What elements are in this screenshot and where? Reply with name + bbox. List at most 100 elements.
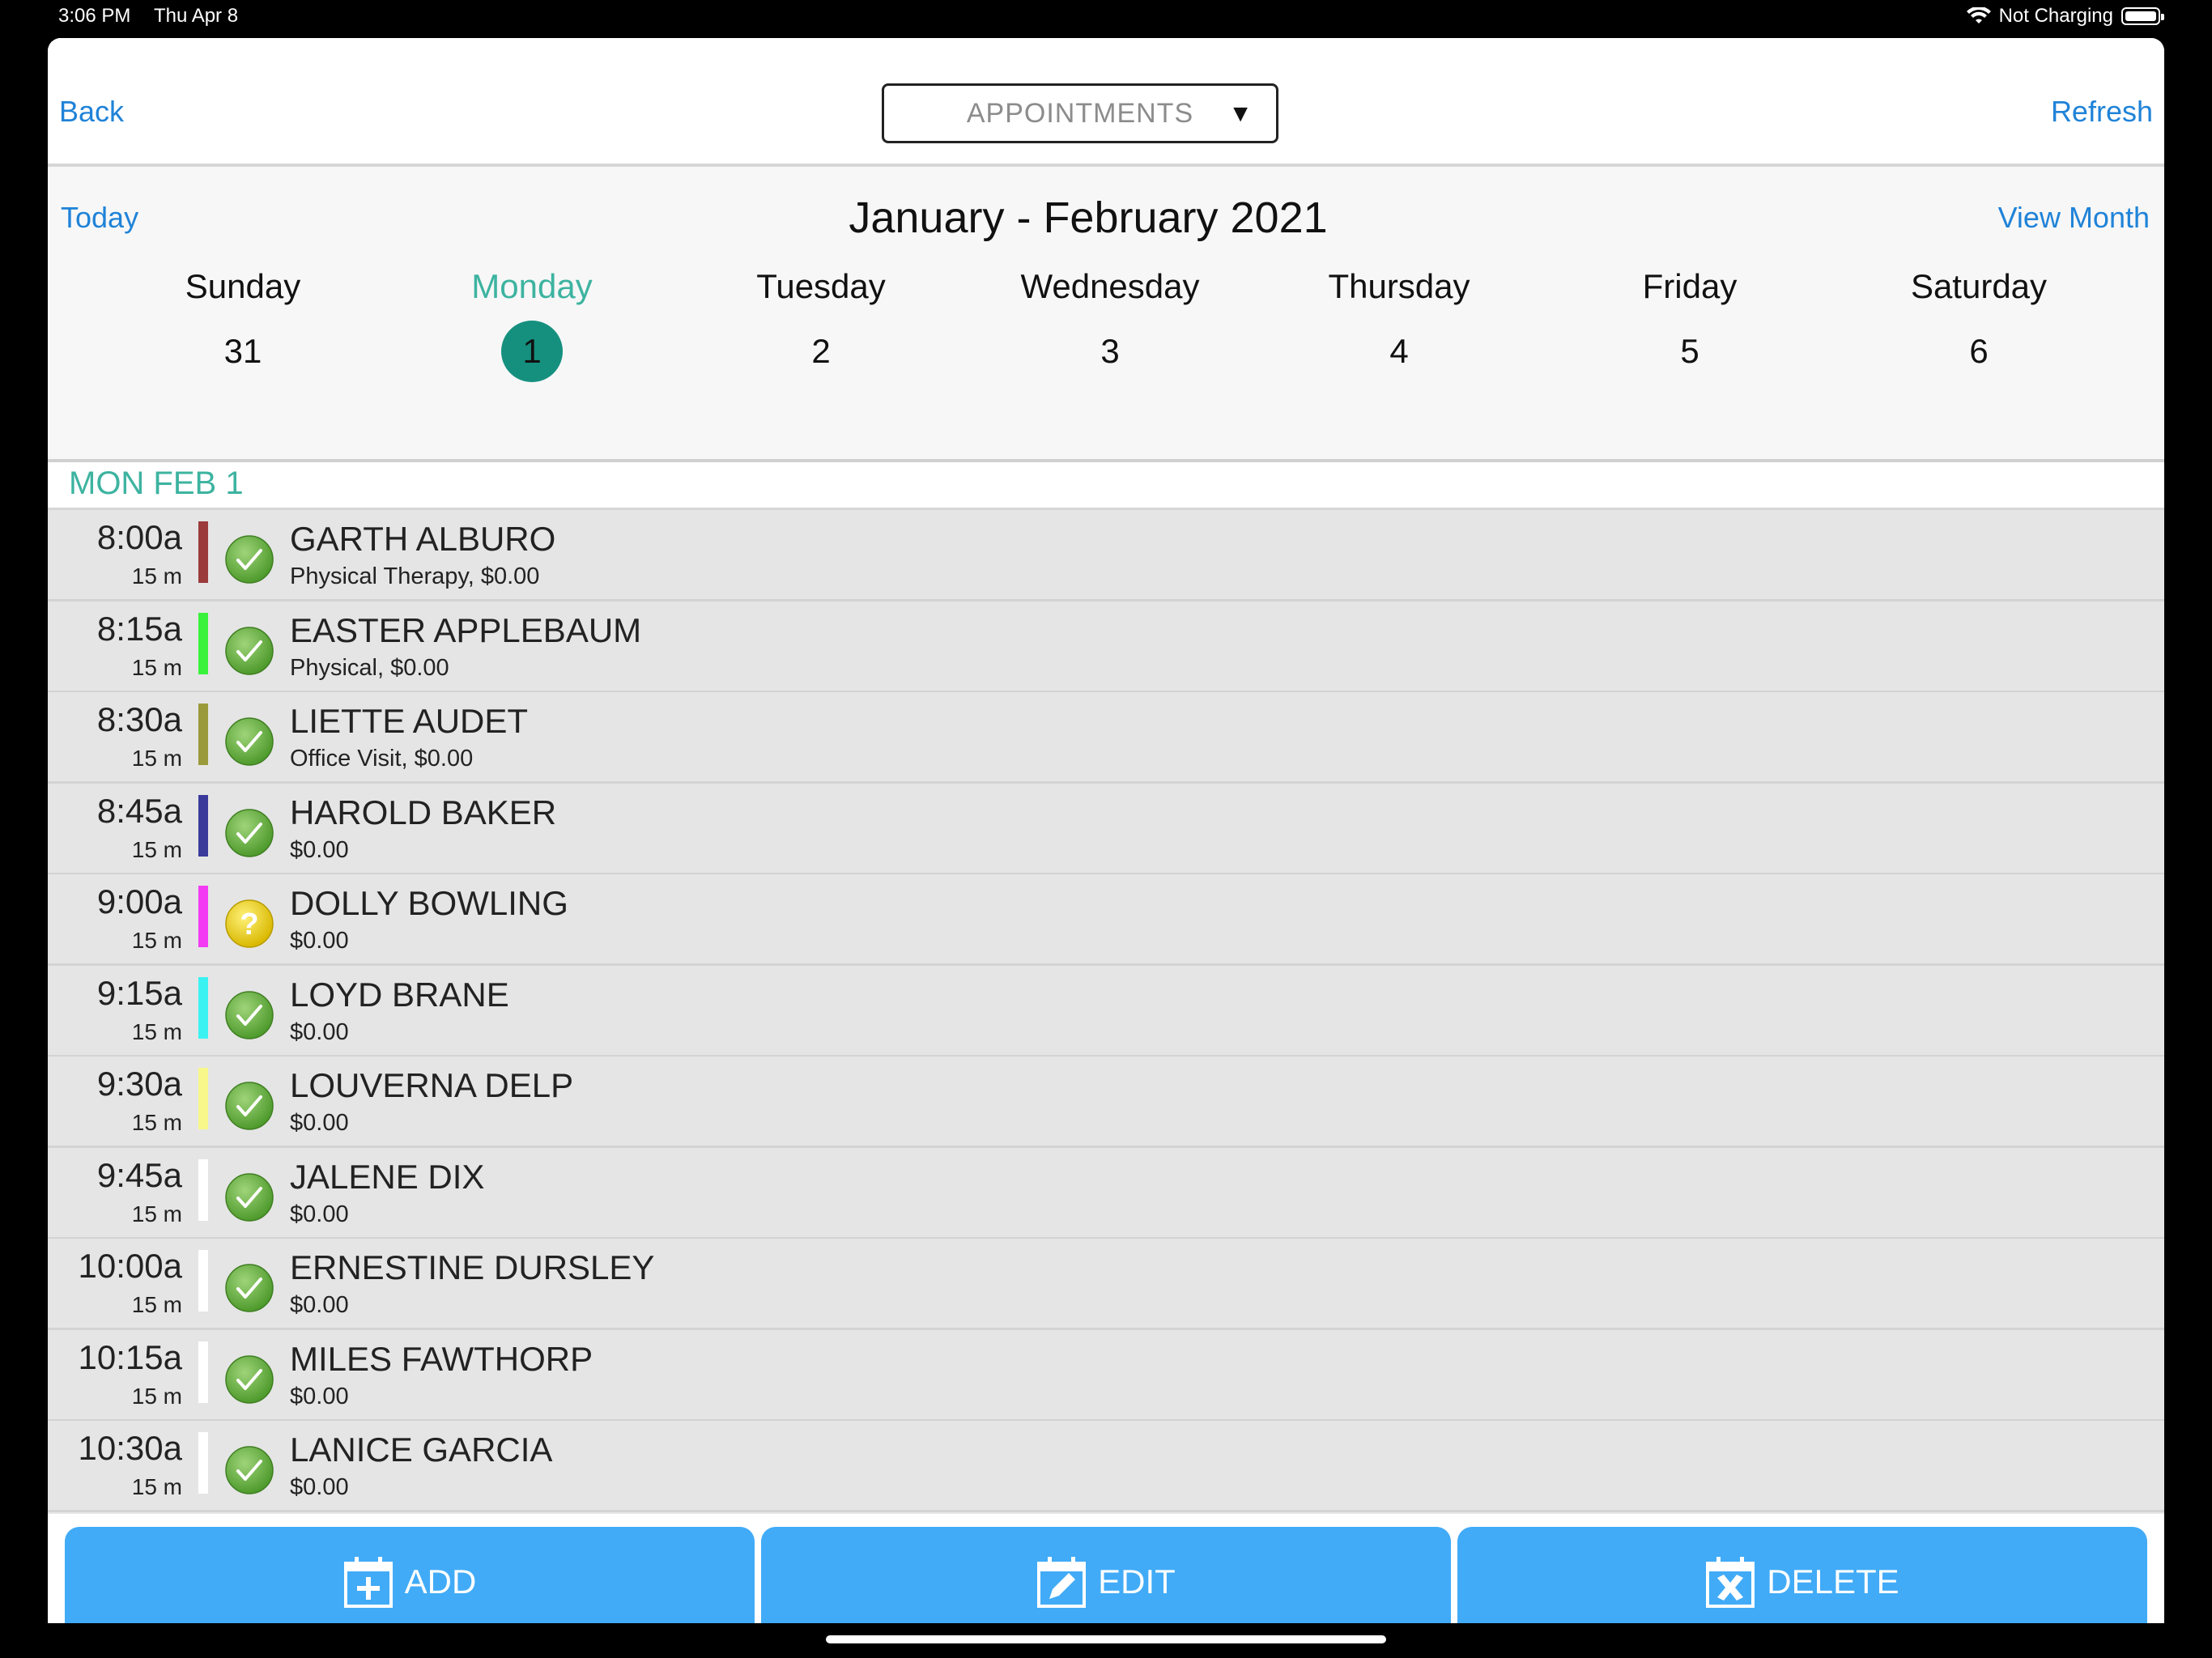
day-number[interactable]: 5	[1659, 321, 1721, 382]
day-column-tuesday[interactable]: Tuesday 2	[700, 262, 942, 382]
day-number[interactable]: 2	[790, 321, 852, 382]
day-name: Monday	[471, 267, 593, 305]
week-header: Today January - February 2021 View Month…	[48, 167, 2164, 462]
appointment-row[interactable]: 10:30a 15 m LANICE GARCIA $0.00	[48, 1421, 2164, 1512]
nav-bar: Back APPOINTMENTS ▼ Refresh	[48, 38, 2164, 167]
calendar-delete-icon	[1706, 1557, 1755, 1608]
add-button-label: ADD	[404, 1562, 477, 1601]
section-date: MON FEB 1	[69, 466, 244, 501]
day-column-monday[interactable]: Monday 1	[410, 262, 653, 382]
patient-name: GARTH ALBURO	[290, 520, 556, 558]
day-column-thursday[interactable]: Thursday 4	[1278, 262, 1521, 382]
appointment-time: 10:30a	[78, 1429, 182, 1467]
check-icon[interactable]	[224, 808, 274, 858]
charging-status: Not Charging	[1998, 5, 2113, 27]
view-month-button[interactable]: View Month	[1998, 201, 2150, 235]
delete-button[interactable]: DELETE	[1457, 1527, 2147, 1623]
svg-text:?: ?	[240, 908, 258, 942]
appointment-time: 9:45a	[96, 1155, 182, 1194]
appointment-detail: Physical, $0.00	[290, 654, 449, 681]
check-icon[interactable]	[224, 534, 274, 585]
appointment-row[interactable]: 9:00a 15 m? DOLLY BOWLING $0.00	[48, 874, 2164, 966]
appointment-duration: 15 m	[131, 836, 182, 862]
appointment-duration: 15 m	[131, 1383, 182, 1409]
appointment-color-bar	[198, 1158, 208, 1221]
check-icon[interactable]	[224, 716, 274, 767]
check-icon[interactable]	[224, 626, 274, 676]
appointment-detail: $0.00	[290, 1110, 349, 1136]
patient-name: MILES FAWTHORP	[290, 1339, 593, 1378]
appointment-color-bar	[198, 794, 208, 857]
selected-day-number[interactable]: 1	[501, 321, 563, 382]
appointment-detail: $0.00	[290, 928, 349, 954]
status-bar: 3:06 PM Thu Apr 8 Not Charging	[0, 0, 2212, 36]
appointment-detail: $0.00	[290, 836, 349, 863]
day-section-header: MON FEB 1	[48, 462, 2164, 510]
appointment-row[interactable]: 9:45a 15 m JALENE DIX $0.00	[48, 1147, 2164, 1239]
edit-button-label: EDIT	[1098, 1562, 1176, 1601]
check-icon[interactable]	[224, 1081, 274, 1131]
patient-name: JALENE DIX	[290, 1157, 485, 1196]
appointment-time: 10:00a	[78, 1247, 182, 1285]
patient-name: EASTER APPLEBAUM	[290, 610, 642, 649]
edit-button[interactable]: EDIT	[761, 1527, 1451, 1623]
appointment-list[interactable]: 8:00a 15 m GARTH ALBURO Physical Therapy, $…	[48, 510, 2164, 1514]
day-name: Thursday	[1328, 267, 1470, 305]
day-column-saturday[interactable]: Saturday 6	[1857, 262, 2100, 382]
add-button[interactable]: ADD	[65, 1527, 755, 1623]
day-number[interactable]: 31	[212, 321, 274, 382]
view-selector-label: APPOINTMENTS	[966, 97, 1194, 129]
day-column-wednesday[interactable]: Wednesday 3	[989, 262, 1231, 382]
appointment-duration: 15 m	[131, 1018, 182, 1044]
status-date: Thu Apr 8	[154, 5, 239, 27]
appointment-color-bar	[198, 612, 208, 674]
appointment-row[interactable]: 8:30a 15 m LIETTE AUDET Office Visit, $0.00	[48, 692, 2164, 784]
status-time: 3:06 PM	[58, 5, 131, 27]
appointment-duration: 15 m	[131, 1474, 182, 1499]
appointment-row[interactable]: 9:30a 15 m LOUVERNA DELP $0.00	[48, 1056, 2164, 1148]
appointment-detail: $0.00	[290, 1201, 349, 1227]
day-name: Tuesday	[756, 267, 886, 305]
appointment-row[interactable]: 10:15a 15 m MILES FAWTHORP $0.00	[48, 1329, 2164, 1422]
check-icon[interactable]	[224, 1172, 274, 1222]
appointment-detail: $0.00	[290, 1474, 349, 1500]
wifi-icon	[1966, 7, 1991, 23]
check-icon[interactable]	[224, 1445, 274, 1495]
appointment-time: 9:30a	[96, 1065, 182, 1103]
check-icon[interactable]	[224, 990, 274, 1040]
home-indicator[interactable]	[826, 1635, 1386, 1643]
check-icon[interactable]	[224, 1354, 274, 1405]
appointment-row[interactable]: 8:00a 15 m GARTH ALBURO Physical Therapy, $…	[48, 510, 2164, 602]
patient-name: HAROLD BAKER	[290, 793, 557, 831]
appointment-row[interactable]: 10:00a 15 m ERNESTINE DURSLEY $0.00	[48, 1239, 2164, 1330]
appointment-detail: $0.00	[290, 1292, 349, 1318]
appointment-row[interactable]: 8:45a 15 m HAROLD BAKER $0.00	[48, 783, 2164, 875]
calendar-title: January - February 2021	[849, 193, 1328, 242]
view-selector[interactable]: APPOINTMENTS ▼	[882, 83, 1278, 143]
day-column-friday[interactable]: Friday 5	[1568, 262, 1811, 382]
appointment-color-bar	[198, 704, 208, 765]
appointment-time: 8:00a	[96, 518, 182, 556]
appointment-color-bar	[198, 976, 208, 1039]
appointment-duration: 15 m	[131, 1201, 182, 1226]
appointment-time: 9:00a	[96, 882, 182, 920]
day-number[interactable]: 4	[1368, 321, 1430, 382]
dropdown-triangle-icon: ▼	[1228, 100, 1253, 127]
question-icon[interactable]: ?	[224, 899, 274, 949]
patient-name: LOYD BRANE	[290, 975, 509, 1014]
appointment-duration: 15 m	[131, 1292, 182, 1317]
appointment-time: 8:30a	[96, 700, 182, 738]
day-column-sunday[interactable]: Sunday 31	[121, 262, 364, 382]
back-button[interactable]: Back	[59, 95, 124, 129]
patient-name: LOUVERNA DELP	[290, 1066, 574, 1104]
appointment-row[interactable]: 9:15a 15 m LOYD BRANE $0.00	[48, 965, 2164, 1057]
refresh-button[interactable]: Refresh	[2051, 95, 2153, 129]
patient-name: LIETTE AUDET	[290, 702, 529, 740]
day-number[interactable]: 6	[1948, 321, 2010, 382]
check-icon[interactable]	[224, 1263, 274, 1313]
appointment-time: 9:15a	[96, 973, 182, 1012]
appointment-detail: Physical Therapy, $0.00	[290, 563, 540, 589]
day-name: Friday	[1642, 267, 1738, 305]
day-number[interactable]: 3	[1079, 321, 1141, 382]
appointment-row[interactable]: 8:15a 15 m EASTER APPLEBAUM Physical, $0.00	[48, 601, 2164, 693]
